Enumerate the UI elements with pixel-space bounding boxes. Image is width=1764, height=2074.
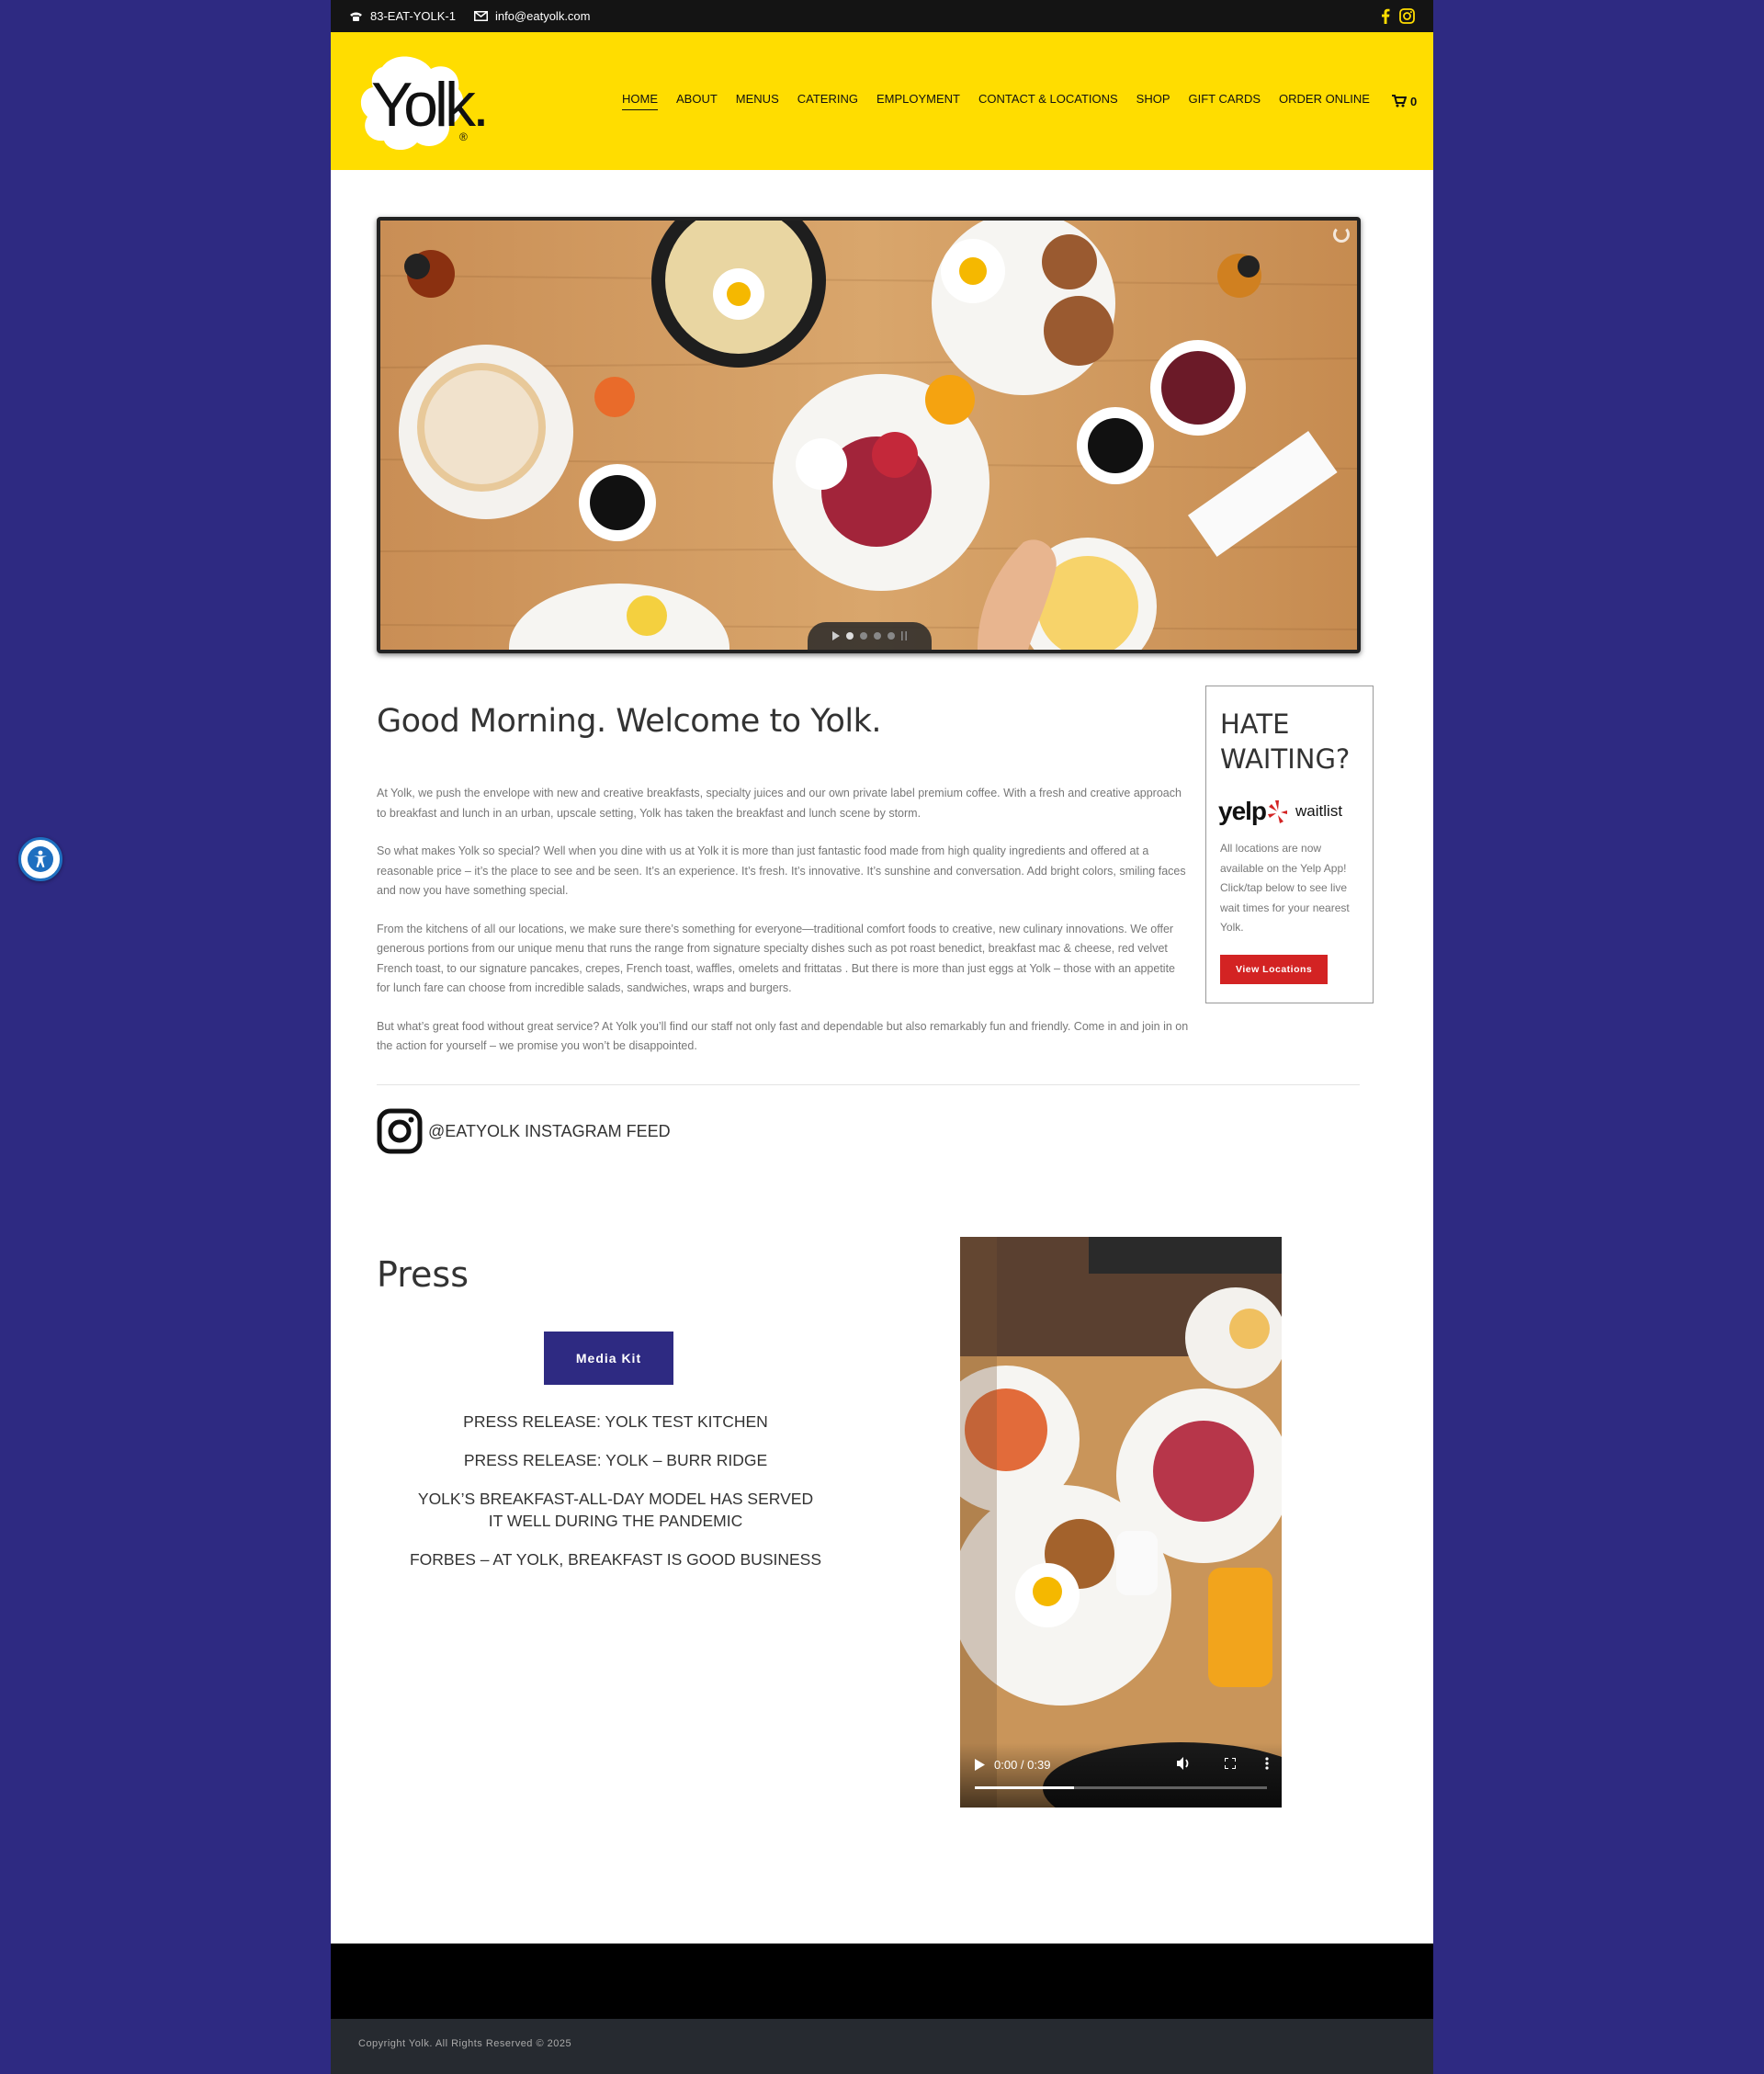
footer-widgets	[331, 1944, 1433, 2019]
slider-dot[interactable]	[846, 632, 854, 640]
social-links	[1381, 8, 1415, 24]
email-address: info@eatyolk.com	[494, 9, 591, 23]
top-bar: 83-EAT-YOLK-1 info@eatyolk.com	[331, 0, 1433, 32]
slider-controls	[808, 622, 932, 650]
press-links: PRESS RELEASE: YOLK TEST KITCHEN PRESS R…	[377, 1411, 854, 1587]
play-icon[interactable]	[832, 631, 840, 640]
cart-button[interactable]: 0	[1391, 94, 1418, 108]
volume-icon[interactable]	[1177, 1757, 1192, 1773]
hero-slider[interactable]	[377, 217, 1361, 653]
yelp-waitlist-widget: HATE WAITING? yelp waitlist All location…	[1205, 686, 1374, 1003]
email-icon	[473, 11, 488, 21]
phone-link[interactable]: 83-EAT-YOLK-1	[349, 9, 456, 23]
accessibility-button[interactable]	[18, 837, 62, 881]
view-locations-button[interactable]: View Locations	[1220, 954, 1329, 984]
nav-catering[interactable]: CATERING	[797, 92, 858, 110]
play-icon[interactable]	[975, 1759, 985, 1771]
slider-loading-icon	[1333, 226, 1350, 243]
welcome-paragraph: At Yolk, we push the envelope with new a…	[377, 787, 1182, 820]
media-kit-button[interactable]: Media Kit	[544, 1332, 673, 1385]
nav-home[interactable]: HOME	[622, 92, 658, 110]
cart-icon	[1391, 95, 1407, 108]
slider-dot[interactable]	[860, 632, 867, 640]
welcome-paragraph: So what makes Yolk so special? Well when…	[377, 844, 1186, 897]
nav-order-online[interactable]: ORDER ONLINE	[1279, 92, 1370, 110]
phone-icon	[350, 12, 362, 21]
page: 83-EAT-YOLK-1 info@eatyolk.com Yolk. ® H…	[331, 0, 1433, 2074]
slider-dot[interactable]	[888, 632, 895, 640]
video-frame	[960, 1237, 1282, 1808]
promo-video[interactable]: 0:00 / 0:39	[960, 1237, 1282, 1808]
press-title: Press	[377, 1254, 469, 1295]
nav-contact-locations[interactable]: CONTACT & LOCATIONS	[978, 92, 1118, 110]
fullscreen-icon[interactable]	[1224, 1757, 1237, 1772]
pause-icon[interactable]	[901, 631, 907, 640]
main-nav: HOME ABOUT MENUS CATERING EMPLOYMENT CON…	[622, 32, 1417, 170]
copyright-text: Copyright Yolk. All Rights Reserved © 20…	[358, 2038, 572, 2049]
slider-dot[interactable]	[874, 632, 881, 640]
nav-gift-cards[interactable]: GIFT CARDS	[1189, 92, 1261, 110]
nav-shop[interactable]: SHOP	[1136, 92, 1170, 110]
registered-mark: ®	[459, 130, 468, 143]
yolk-logo[interactable]: Yolk. ®	[353, 51, 500, 152]
yelp-waitlist-logo: yelp waitlist	[1218, 797, 1359, 826]
press-link[interactable]: PRESS RELEASE: YOLK – BURR RIDGE	[377, 1449, 854, 1471]
site-header: Yolk. ® HOME ABOUT MENUS CATERING EMPLOY…	[331, 32, 1433, 170]
press-link[interactable]: PRESS RELEASE: YOLK TEST KITCHEN	[377, 1411, 854, 1433]
video-controls: 0:00 / 0:39	[960, 1743, 1282, 1808]
instagram-feed-heading[interactable]: @EATYOLK INSTAGRAM FEED	[377, 1108, 671, 1154]
yelp-burst-icon	[1268, 800, 1288, 823]
yelp-widget-text: All locations are now available on the Y…	[1220, 842, 1350, 934]
section-divider	[377, 1084, 1360, 1085]
press-section: Press Media Kit PRESS RELEASE: YOLK TEST…	[377, 1254, 854, 1569]
more-options-icon[interactable]	[1265, 1757, 1269, 1773]
instagram-icon	[377, 1108, 423, 1154]
welcome-section: Good Morning. Welcome to Yolk. At Yolk, …	[377, 703, 1190, 1075]
instagram-icon[interactable]	[1399, 8, 1415, 24]
video-progress-bar[interactable]	[975, 1786, 1267, 1789]
welcome-paragraph: From the kitchens of all our locations, …	[377, 922, 1176, 995]
phone-number: 83-EAT-YOLK-1	[370, 9, 456, 23]
nav-about[interactable]: ABOUT	[676, 92, 718, 110]
welcome-title: Good Morning. Welcome to Yolk.	[377, 703, 881, 740]
yelp-widget-title: HATE WAITING?	[1220, 708, 1351, 775]
waitlist-label: waitlist	[1295, 802, 1343, 820]
yelp-wordmark: yelp	[1218, 797, 1267, 825]
video-control-row: 0:00 / 0:39	[975, 1757, 1269, 1773]
press-link[interactable]: FORBES – AT YOLK, BREAKFAST IS GOOD BUSI…	[377, 1548, 854, 1570]
accessibility-icon	[28, 846, 53, 872]
email-link[interactable]: info@eatyolk.com	[473, 9, 591, 23]
video-progress-fill	[975, 1786, 1075, 1789]
logo-text: Yolk.	[371, 70, 486, 140]
press-link[interactable]: YOLK’S BREAKFAST-ALL-DAY MODEL HAS SERVE…	[377, 1488, 854, 1532]
breakfast-table-photo	[380, 221, 1357, 650]
nav-menus[interactable]: MENUS	[736, 92, 779, 110]
nav-employment[interactable]: EMPLOYMENT	[876, 92, 960, 110]
video-time: 0:00 / 0:39	[994, 1758, 1051, 1772]
footer-bottom: Copyright Yolk. All Rights Reserved © 20…	[331, 2019, 1433, 2074]
welcome-paragraph: But what’s great food without great serv…	[377, 1019, 1189, 1053]
facebook-icon[interactable]	[1381, 8, 1390, 24]
instagram-feed-label: @EATYOLK INSTAGRAM FEED	[428, 1121, 671, 1140]
cart-count: 0	[1409, 94, 1418, 108]
